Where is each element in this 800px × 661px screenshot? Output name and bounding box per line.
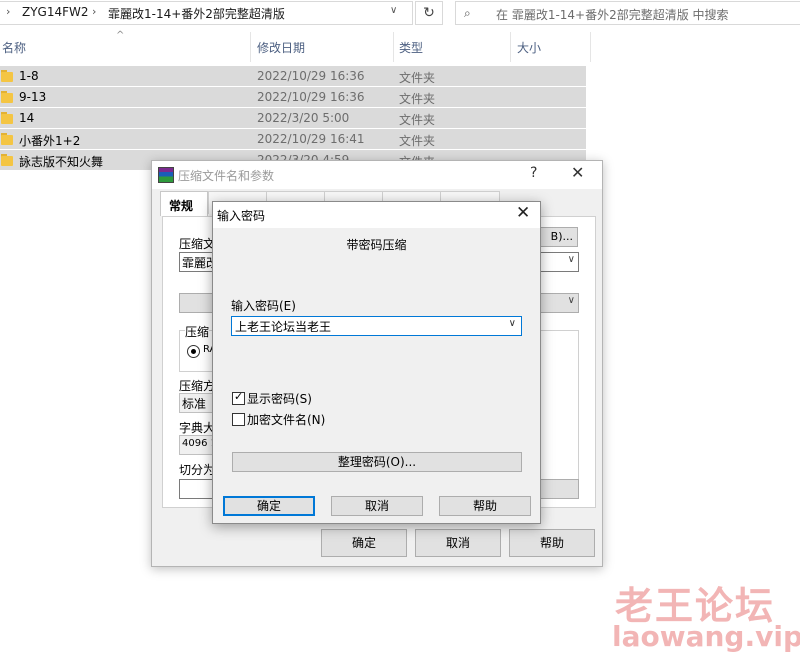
dialog-subtitle: 带密码压缩 bbox=[346, 238, 407, 252]
method-label: 压缩方 bbox=[179, 379, 216, 393]
search-box[interactable]: ⌕ 在 霏麗改1-14+番外2部完整超清版 中搜索 bbox=[455, 1, 800, 25]
format-group-label: 压缩 bbox=[185, 323, 210, 340]
dialog-title: 压缩文件名和参数 bbox=[178, 169, 275, 183]
chevron-right-icon: › bbox=[92, 5, 97, 18]
cancel-button[interactable]: 取消 bbox=[331, 496, 423, 516]
folder-icon bbox=[1, 132, 13, 145]
encrypt-names-checkbox[interactable] bbox=[232, 413, 245, 426]
file-name: 9-13 bbox=[19, 90, 47, 104]
format-rar-radio[interactable] bbox=[187, 345, 200, 358]
help-button[interactable]: 帮助 bbox=[509, 529, 595, 557]
column-header-name[interactable]: 名称 bbox=[2, 39, 26, 56]
ok-button[interactable]: 确定 bbox=[223, 496, 315, 516]
search-icon: ⌕ bbox=[464, 6, 471, 20]
help-icon[interactable]: ? bbox=[530, 165, 537, 181]
file-name: 詠志版不知火舞 bbox=[19, 155, 104, 169]
file-type: 文件夹 bbox=[399, 113, 436, 127]
ok-button[interactable]: 确定 bbox=[321, 529, 407, 557]
file-name: 小番外1+2 bbox=[19, 134, 81, 148]
dialog-title: 输入密码 bbox=[217, 209, 266, 223]
address-bar[interactable]: › ZYG14FW2 › 霏麗改1-14+番外2部完整超清版 ∨ bbox=[0, 1, 413, 25]
tab-general-label: 常规 bbox=[169, 199, 194, 213]
folder-icon bbox=[1, 69, 13, 82]
browse-button-label: B)... bbox=[550, 230, 573, 243]
sort-ascending-icon: ^ bbox=[116, 30, 125, 41]
show-password-label: 显示密码(S) bbox=[247, 392, 312, 406]
file-date: 2022/10/29 16:36 bbox=[257, 90, 365, 104]
column-divider[interactable] bbox=[590, 32, 591, 62]
file-row[interactable]: 小番外1+2 2022/10/29 16:41 文件夹 bbox=[0, 129, 586, 149]
password-input[interactable]: 上老王论坛当老王 ∨ bbox=[231, 316, 522, 336]
show-password-checkbox[interactable]: ✓ bbox=[232, 390, 245, 405]
chevron-down-icon: ∨ bbox=[567, 295, 575, 306]
breadcrumb-item-1[interactable]: ZYG14FW2 bbox=[22, 5, 89, 19]
dict-size-label: 字典大 bbox=[179, 421, 216, 435]
column-header-row: ^ 名称 修改日期 类型 大小 bbox=[0, 30, 600, 62]
file-date: 2022/10/29 16:36 bbox=[257, 69, 365, 83]
dialog-title-bar[interactable]: 输入密码 ✕ bbox=[213, 202, 540, 228]
explorer-address-area: › ZYG14FW2 › 霏麗改1-14+番外2部完整超清版 ∨ ↻ ⌕ 在 霏… bbox=[0, 0, 800, 25]
checkmark-icon: ✓ bbox=[234, 390, 244, 403]
folder-icon bbox=[1, 153, 13, 166]
column-header-size[interactable]: 大小 bbox=[517, 39, 541, 56]
column-header-type[interactable]: 类型 bbox=[399, 39, 423, 56]
column-divider[interactable] bbox=[510, 32, 511, 62]
close-icon[interactable]: ✕ bbox=[516, 203, 530, 223]
file-date: 2022/3/20 5:00 bbox=[257, 111, 350, 125]
file-name: 1-8 bbox=[19, 69, 39, 83]
password-dialog: 输入密码 ✕ 带密码压缩 输入密码(E) 上老王论坛当老王 ∨ ✓ 显示密码(S… bbox=[212, 201, 541, 524]
split-label: 切分为 bbox=[179, 463, 216, 477]
method-value: 标准 bbox=[182, 397, 207, 411]
file-row[interactable]: 14 2022/3/20 5:00 文件夹 bbox=[0, 108, 586, 128]
file-type: 文件夹 bbox=[399, 92, 436, 106]
chevron-down-icon[interactable]: ∨ bbox=[390, 5, 397, 16]
encrypt-names-label: 加密文件名(N) bbox=[247, 413, 326, 427]
help-button[interactable]: 帮助 bbox=[439, 496, 531, 516]
column-divider[interactable] bbox=[393, 32, 394, 62]
password-value: 上老王论坛当老王 bbox=[235, 320, 332, 334]
refresh-button[interactable]: ↻ bbox=[415, 1, 443, 25]
folder-icon bbox=[1, 111, 13, 124]
file-row[interactable]: 9-13 2022/10/29 16:36 文件夹 bbox=[0, 87, 586, 107]
search-placeholder: 在 霏麗改1-14+番外2部完整超清版 中搜索 bbox=[496, 8, 729, 22]
winrar-icon bbox=[158, 167, 174, 183]
folder-icon bbox=[1, 90, 13, 103]
password-label: 输入密码(E) bbox=[231, 299, 296, 313]
organize-passwords-button[interactable]: 整理密码(O)... bbox=[232, 452, 522, 472]
column-header-date[interactable]: 修改日期 bbox=[257, 39, 305, 56]
cancel-button[interactable]: 取消 bbox=[415, 529, 501, 557]
refresh-icon: ↻ bbox=[423, 5, 435, 21]
close-icon[interactable]: ✕ bbox=[571, 163, 584, 182]
chevron-right-icon: › bbox=[6, 5, 11, 18]
tab-general[interactable]: 常规 bbox=[160, 191, 208, 216]
breadcrumb-item-2[interactable]: 霏麗改1-14+番外2部完整超清版 bbox=[108, 5, 285, 22]
file-name: 14 bbox=[19, 111, 35, 125]
file-type: 文件夹 bbox=[399, 134, 436, 148]
archive-name-label: 压缩文 bbox=[179, 237, 216, 251]
chevron-down-icon[interactable]: ∨ bbox=[509, 318, 516, 329]
dialog-title-bar[interactable]: 压缩文件名和参数 ? ✕ bbox=[152, 161, 602, 189]
watermark-url: laowang.vip bbox=[612, 620, 800, 653]
file-type: 文件夹 bbox=[399, 71, 436, 85]
column-divider[interactable] bbox=[250, 32, 251, 62]
file-date: 2022/10/29 16:41 bbox=[257, 132, 365, 146]
file-row[interactable]: 1-8 2022/10/29 16:36 文件夹 bbox=[0, 66, 586, 86]
chevron-down-icon: ∨ bbox=[567, 254, 575, 265]
